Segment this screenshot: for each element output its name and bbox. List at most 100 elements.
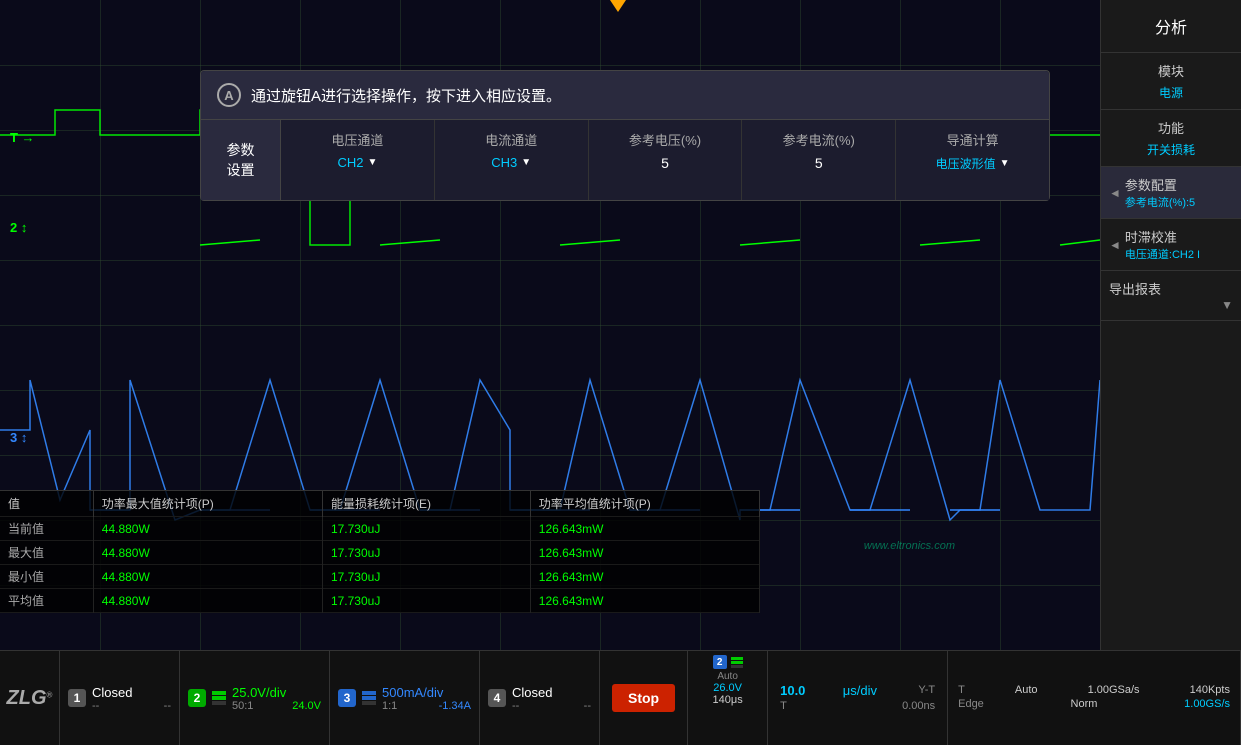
- row-2-pavg: 126.643mW: [530, 565, 759, 589]
- param-voltage-channel[interactable]: 电压通道 CH2 ▼: [281, 120, 435, 200]
- row-0-label: 当前值: [0, 517, 93, 541]
- ch3-status[interactable]: 3 500mA/div 1:1 -1.34A: [330, 651, 480, 745]
- sidebar-param-config[interactable]: ◄ 参数配置 参考电流(%):5: [1101, 167, 1241, 219]
- ch2-sub: 50:1 24.0V: [232, 700, 321, 712]
- param-current-channel[interactable]: 电流通道 CH3 ▼: [435, 120, 589, 200]
- param-ref-current[interactable]: 参考电流(%) 5: [742, 120, 896, 200]
- ch1-sub-right: --: [164, 700, 171, 712]
- scope-rate: 1.00GSa/s: [1088, 684, 1140, 696]
- ch2-div: 25.0V/div: [232, 685, 321, 700]
- param-columns: 电压通道 CH2 ▼ 电流通道 CH3 ▼ 参考电压(%): [281, 120, 1049, 200]
- row-3-pmax: 44.880W: [93, 589, 322, 613]
- row-3-pavg: 126.643mW: [530, 589, 759, 613]
- sidebar-timecal-arrow: ◄: [1109, 238, 1121, 252]
- ch1-status-sub: -- --: [92, 700, 171, 712]
- ch2-mini-bar3: [731, 665, 743, 668]
- sidebar-export-dropdown: ▼: [1109, 298, 1233, 312]
- ch-2-label: 2 ↕: [10, 220, 27, 235]
- time-per-div-unit: μs/div: [843, 683, 877, 698]
- stop-button[interactable]: Stop: [612, 684, 675, 712]
- sidebar-module-label: 模块: [1109, 61, 1233, 80]
- ch2-mini-bars: [731, 657, 743, 668]
- conduction-calc-val: 电压波形值: [936, 155, 996, 172]
- current-channel-arrow: ▼: [521, 157, 531, 168]
- scope-row-1: T Auto 1.00GSa/s 140Kpts: [958, 684, 1230, 696]
- stats-area: 值 功率最大值统计项(P) 能量损耗统计项(E) 功率平均值统计项(P) 当前值…: [0, 490, 760, 613]
- table-row: 最小值 44.880W 17.730uJ 126.643mW: [0, 565, 760, 589]
- scope-edge-value: Norm: [1071, 698, 1098, 710]
- stats-header-0: 值: [0, 491, 93, 517]
- scope-rate2: 1.00GS/s: [1184, 698, 1230, 710]
- watermark: www.eltronics.com: [864, 540, 955, 552]
- ch1-text: Closed -- --: [92, 685, 171, 712]
- row-2-eloss: 17.730uJ: [322, 565, 530, 589]
- ch3-ratio: 1:1: [382, 700, 397, 712]
- conduction-calc-label: 导通计算: [947, 130, 999, 149]
- sidebar-param-sub: 参考电流(%):5: [1125, 194, 1195, 210]
- row-0-eloss: 17.730uJ: [322, 517, 530, 541]
- ch1-number: 1: [68, 689, 86, 707]
- ref-voltage-label: 参考电压(%): [629, 130, 701, 149]
- bottom-bar: ZLG® 1 Closed -- -- 2 25.0V/div 50:1 24.…: [0, 650, 1241, 745]
- time-row-2: T 0.00ns: [780, 700, 935, 712]
- ch2-mini-bar1: [731, 657, 743, 660]
- ch2-status[interactable]: 2 25.0V/div 50:1 24.0V: [180, 651, 330, 745]
- ref-current-value: 5: [815, 155, 823, 171]
- param-ref-voltage[interactable]: 参考电压(%) 5: [589, 120, 743, 200]
- table-row: 最大值 44.880W 17.730uJ 126.643mW: [0, 541, 760, 565]
- ch4-status[interactable]: 4 Closed -- --: [480, 651, 600, 745]
- ch3-text: 500mA/div 1:1 -1.34A: [382, 685, 471, 712]
- logo-reg: ®: [47, 690, 53, 699]
- offset-label: T: [780, 700, 787, 712]
- time-row-1: 10.0 μs/div Y-T: [780, 683, 935, 698]
- sidebar-timecal-sub: 电压通道:CH2 I: [1125, 246, 1200, 262]
- logo-text: ZLG: [7, 687, 47, 709]
- ch2-mini-voltage: 26.0V: [713, 682, 742, 694]
- ch2-bar-1: [212, 691, 226, 695]
- scope-pts: 140Kpts: [1190, 684, 1230, 696]
- sidebar-module[interactable]: 模块 电源: [1101, 53, 1241, 110]
- sidebar-title: 分析: [1101, 0, 1241, 53]
- stats-header-1: 功率最大值统计项(P): [93, 491, 322, 517]
- sidebar-param-label: 参数配置: [1125, 175, 1195, 194]
- ch2-bar-2: [212, 696, 226, 700]
- ch1-status[interactable]: 1 Closed -- --: [60, 651, 180, 745]
- time-settings: 10.0 μs/div Y-T T 0.00ns: [768, 651, 948, 745]
- ch3-bar-1: [362, 691, 376, 695]
- conduction-calc-arrow: ▼: [1000, 158, 1010, 169]
- voltage-channel-arrow: ▼: [367, 157, 377, 168]
- ch3-value: -1.34A: [439, 700, 471, 712]
- ch3-div: 500mA/div: [382, 685, 471, 700]
- sidebar-function[interactable]: 功能 开关损耗: [1101, 110, 1241, 167]
- row-2-label: 最小值: [0, 565, 93, 589]
- parameter-dialog[interactable]: A 通过旋钮A进行选择操作，按下进入相应设置。 参数设置 电压通道 CH2 ▼ …: [200, 70, 1050, 201]
- ch2-number: 2: [188, 689, 206, 707]
- param-conduction-calc[interactable]: 导通计算 电压波形值 ▼: [896, 120, 1049, 200]
- voltage-channel-val: CH2: [337, 155, 363, 170]
- time-per-div: 10.0: [780, 683, 805, 698]
- sidebar-function-sub: 开关损耗: [1109, 141, 1233, 158]
- sidebar-time-cal[interactable]: ◄ 时滞校准 电压通道:CH2 I: [1101, 219, 1241, 271]
- ch2-indicator: [212, 691, 226, 706]
- ch4-sub-right: --: [584, 700, 591, 712]
- ch3-number: 3: [338, 689, 356, 707]
- stats-header-2: 能量损耗统计项(E): [322, 491, 530, 517]
- current-channel-label: 电流通道: [485, 130, 537, 149]
- ch-3-label: 3 ↕: [10, 430, 27, 445]
- dialog-icon-a: A: [217, 83, 241, 107]
- sidebar-timecal-label: 时滞校准: [1125, 227, 1200, 246]
- stats-header-3: 功率平均值统计项(P): [530, 491, 759, 517]
- ch2-mini-detail: 2 Auto 26.0V 140μs: [688, 651, 768, 745]
- scope-settings: T Auto 1.00GSa/s 140Kpts Edge Norm 1.00G…: [948, 651, 1241, 745]
- sidebar-export-label: 导出报表: [1109, 279, 1233, 298]
- yt-mode: Y-T: [918, 684, 935, 696]
- oscilloscope-screen: T → 2 ↕ 3 ↕ A 通过旋钮A进行选择操作，按下进入相应设置。 参数设置…: [0, 0, 1100, 650]
- sidebar-export[interactable]: 导出报表 ▼: [1101, 271, 1241, 321]
- voltage-channel-value: CH2 ▼: [337, 155, 377, 170]
- ch2-ratio: 50:1: [232, 700, 253, 712]
- right-sidebar: 分析 模块 电源 功能 开关损耗 ◄ 参数配置 参考电流(%):5 ◄ 时滞校准…: [1100, 0, 1241, 650]
- sidebar-param-arrow: ◄: [1109, 186, 1121, 200]
- voltage-channel-label: 电压通道: [331, 130, 383, 149]
- sidebar-function-label: 功能: [1109, 118, 1233, 137]
- current-channel-value: CH3 ▼: [491, 155, 531, 170]
